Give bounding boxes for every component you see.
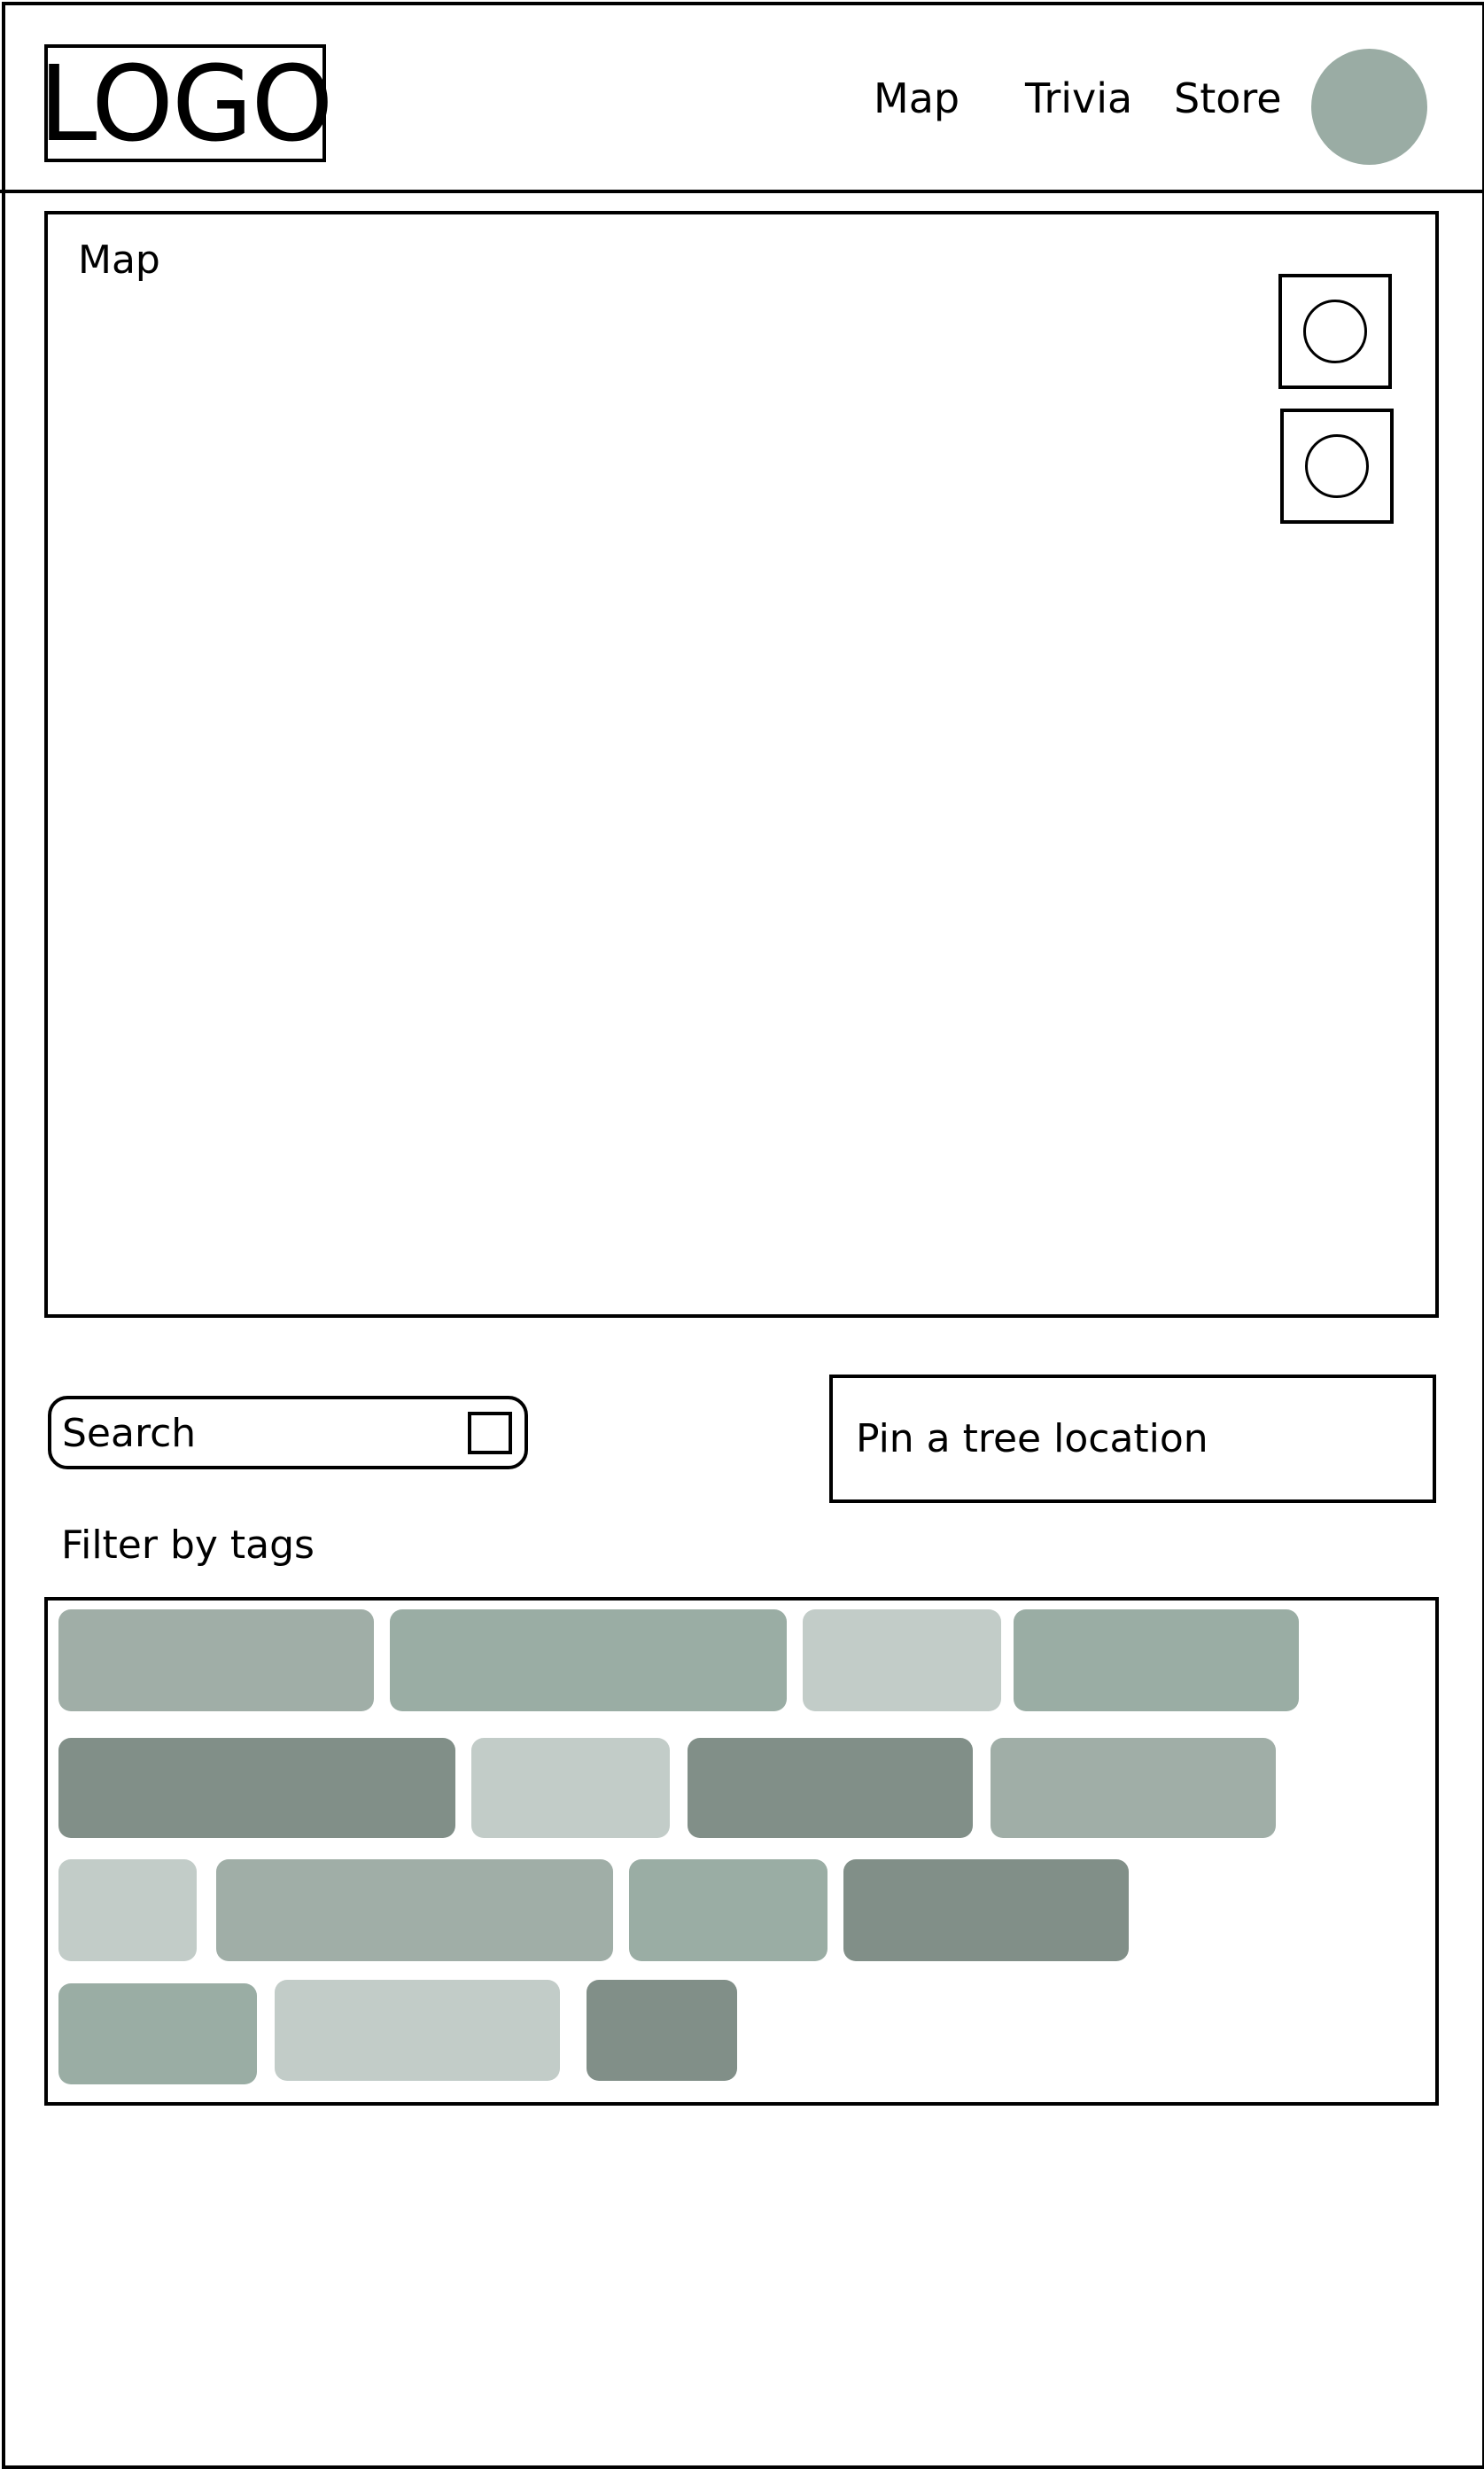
filter-by-tags-label: Filter by tags [61, 1523, 315, 1568]
search-input[interactable] [62, 1405, 443, 1461]
tag-chip[interactable] [58, 1859, 197, 1961]
top-header: LOGO Map Trivia Store [0, 0, 1484, 193]
tag-chip[interactable] [629, 1859, 827, 1961]
nav-link-map[interactable]: Map [874, 78, 960, 119]
circle-icon [1305, 434, 1369, 498]
tag-chip[interactable] [587, 1980, 737, 2081]
map-control-button-2[interactable] [1280, 409, 1394, 524]
tag-chip[interactable] [58, 1983, 257, 2084]
pin-tree-location-button[interactable]: Pin a tree location [829, 1375, 1436, 1503]
map-panel[interactable]: Map [44, 211, 1439, 1318]
search-bar [48, 1396, 528, 1469]
tag-chip[interactable] [58, 1609, 374, 1711]
tag-chip[interactable] [803, 1609, 1001, 1711]
logo[interactable]: LOGO [39, 44, 333, 162]
tag-chip[interactable] [275, 1980, 560, 2081]
search-checkbox[interactable] [468, 1412, 512, 1454]
tag-chip[interactable] [843, 1859, 1129, 1961]
user-avatar[interactable] [1311, 49, 1427, 165]
tag-chip[interactable] [991, 1738, 1276, 1838]
nav-link-trivia[interactable]: Trivia [1025, 78, 1132, 119]
tag-chip[interactable] [58, 1738, 455, 1838]
tag-chip[interactable] [390, 1609, 787, 1711]
circle-icon [1303, 300, 1367, 363]
tag-chip[interactable] [471, 1738, 670, 1838]
map-control-button-1[interactable] [1278, 274, 1392, 389]
map-panel-label: Map [78, 238, 160, 283]
tag-chip[interactable] [688, 1738, 973, 1838]
nav-link-store[interactable]: Store [1174, 78, 1282, 119]
tag-chip[interactable] [216, 1859, 613, 1961]
tag-chip[interactable] [1014, 1609, 1299, 1711]
tags-container [44, 1597, 1439, 2106]
